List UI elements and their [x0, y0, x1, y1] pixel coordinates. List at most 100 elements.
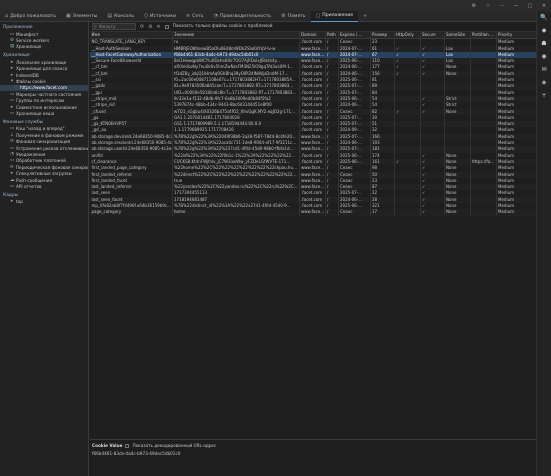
- edge-sidebar-icon[interactable]: 🔍: [540, 15, 547, 21]
- sidebar-tree-item[interactable]: ↓ Получение в фоновом режиме: [0, 132, 88, 138]
- edge-sidebar-icon[interactable]: +: [541, 93, 546, 99]
- table-cell: wTQ1_sGgbu4iX0326b475s4fO2_XhvGgK.MY2.eq…: [172, 108, 300, 115]
- table-cell: www.face...: [299, 209, 326, 216]
- tree-item-label: Фоновая синхронизация: [16, 139, 71, 145]
- column-header[interactable]: SameSite: [444, 32, 471, 40]
- refresh-icon[interactable]: ⟳: [140, 24, 144, 30]
- table-cell: .facet.com: [299, 108, 326, 115]
- tree-item-label: Обработчик платежей: [16, 158, 66, 164]
- table-cell: home: [172, 209, 300, 216]
- tree-item-label: Кэш "назад и вперед": [16, 126, 65, 132]
- tree-item-label: Локальное хранилище: [16, 59, 67, 65]
- tree-item-label: Периодическая фоновая синхронизация: [15, 164, 88, 170]
- table-body: NO_TRANSLATE_LANG_KEY ru .facet.com / Сеанс 2…: [90, 38, 537, 216]
- sidebar-tree-item[interactable]: ▭ Маркеры частного состояния: [0, 91, 88, 97]
- table-cell: [470, 38, 497, 46]
- tab-icon: ▤: [107, 13, 113, 19]
- table-cell: www.face...: [299, 146, 326, 153]
- sidebar-section-title: Приложение: [3, 25, 33, 30]
- cookie-value-panel: Cookie Value Показать декодированный URL…: [90, 439, 536, 476]
- favorites-icon[interactable]: ☆: [481, 3, 495, 9]
- clear-all-icon[interactable]: ⊘: [148, 24, 152, 30]
- tree-item-label: IndexedDB: [16, 72, 39, 78]
- sidebar-tree-item[interactable]: ▸ top: [0, 199, 88, 205]
- table-cell: ✓: [420, 209, 445, 216]
- column-header[interactable]: Имя: [90, 32, 173, 40]
- close-icon[interactable]: ✕: [537, 3, 551, 9]
- table-cell: Medium: [496, 38, 537, 46]
- column-header[interactable]: Priority: [496, 32, 537, 40]
- devtools-tab[interactable]: ▢ Приложение: [310, 10, 359, 22]
- table-cell: .facet.com: [299, 127, 326, 134]
- column-header[interactable]: Partition ...: [470, 32, 497, 40]
- sidebar-tree-item[interactable]: ⟳Периодическая фоновая синхронизация: [0, 164, 88, 170]
- devtools-tab[interactable]: ⚙ Память: [276, 11, 310, 22]
- filter-input[interactable]: ⚲ Фильтр: [92, 23, 136, 30]
- column-header[interactable]: Expires / ...: [338, 32, 371, 40]
- table-cell: 23: [370, 38, 395, 46]
- tab-icon: ⌂: [5, 13, 9, 19]
- tab-label: Память: [287, 13, 306, 19]
- devtools-tabstrip: ⌂ Добро пожаловать ▣ Элементы ▤ Консоль ⟨⟩ Исто…: [0, 10, 536, 22]
- devtools-tab[interactable]: ⌂ Добро пожаловать: [0, 11, 61, 22]
- tab-icon: ◔: [213, 13, 218, 19]
- table-cell: Сеанс: [338, 209, 371, 216]
- tab-label: +: [363, 13, 367, 19]
- edge-sidebar-icon[interactable]: ◈: [542, 80, 547, 86]
- devtools-tab[interactable]: ⟨⟩ Источники: [139, 11, 181, 22]
- table-cell: 17: [370, 209, 395, 216]
- tree-item-label: Группы по интересам: [16, 98, 65, 104]
- column-header[interactable]: HttpOnly: [394, 32, 421, 40]
- sidebar-tree-item[interactable]: ▭ Устранение рисков отслеживания: [0, 145, 88, 151]
- edge-sidebar-icon[interactable]: ✉: [541, 67, 546, 73]
- table-cell: .facet.com: [299, 83, 326, 90]
- cookie-value-text[interactable]: f66b4461-83cb-4a4c-b973-49dac5db01c0: [92, 451, 534, 456]
- devtools-tab[interactable]: +: [358, 11, 372, 22]
- delete-selected-icon[interactable]: ✕: [156, 24, 160, 30]
- filter-placeholder: Фильтр: [99, 24, 116, 29]
- tree-item-icon: ▸: [10, 104, 14, 110]
- table-cell: /: [325, 38, 339, 46]
- column-header[interactable]: Domain: [299, 32, 326, 40]
- column-header[interactable]: Значение: [172, 32, 300, 40]
- tree-item-icon: ▭: [10, 183, 15, 189]
- decode-url-checkbox[interactable]: [125, 443, 130, 448]
- application-sidebar: Приложение ▭ Манифест ⚙ Service workers ▤ Хран…: [0, 22, 89, 462]
- table-cell: NO_TRANSLATE_LANG_KEY: [90, 38, 173, 46]
- table-cell: %7B%22g%22%3A%22%227cd1-4f0d-45d0-98b0-f…: [172, 146, 300, 153]
- tree-item-label: Файлы cookie: [16, 79, 46, 85]
- tree-item-icon: ▸: [10, 72, 14, 78]
- devtools-tab[interactable]: ≋ Сеть: [181, 11, 209, 22]
- show-issues-checkbox[interactable]: [164, 24, 169, 29]
- column-header[interactable]: Path: [325, 32, 339, 40]
- maximize-icon[interactable]: □: [523, 3, 537, 9]
- table-row[interactable]: NO_TRANSLATE_LANG_KEY ru .facet.com / Сеанс 2…: [90, 38, 537, 46]
- table-cell: Medium: [496, 209, 537, 216]
- edge-sidebar-icon[interactable]: ◆: [542, 28, 547, 34]
- extensions-icon[interactable]: ⚙: [467, 3, 481, 9]
- tree-item-icon: ▭: [10, 98, 15, 104]
- tab-icon: ▣: [66, 13, 71, 19]
- sidebar-section-title: Фоновые службы: [3, 119, 44, 125]
- tree-item-label: Service workers: [16, 38, 50, 44]
- show-issues-label: Показать только файлы cookie с проблемой: [172, 24, 273, 29]
- tree-item-label: Маркеры частного состояния: [16, 91, 82, 97]
- devtools-tab[interactable]: ◔ Производительность: [209, 11, 277, 22]
- more-icon[interactable]: ⋯: [495, 3, 509, 9]
- tree-item-icon: ☁: [10, 177, 15, 183]
- sidebar-tree-item[interactable]: ▸ Совместное использование: [0, 104, 88, 110]
- devtools-tab[interactable]: ▣ Элементы: [61, 11, 102, 22]
- tree-item-icon: ▸: [10, 59, 14, 65]
- edge-sidebar-icon[interactable]: ◉: [541, 54, 546, 60]
- tree-item-label: API отчетов: [16, 183, 42, 189]
- tree-item-label: Устранение рисков отслеживания: [16, 145, 89, 151]
- devtools-tab[interactable]: ▤ Консоль: [102, 11, 139, 22]
- minimize-icon[interactable]: —: [509, 3, 523, 9]
- edge-sidebar-icon[interactable]: ☗: [541, 41, 546, 47]
- tree-item-label: Манифест: [16, 31, 39, 37]
- table-cell: ab.storage.userId.24e68350-9085-4c3e-...: [90, 146, 173, 153]
- table-row[interactable]: page_category home www.face... / Сеанс 17 ✓ Non…: [90, 209, 537, 216]
- column-header[interactable]: Размер: [370, 32, 395, 40]
- table-cell: www.face...: [299, 45, 326, 52]
- column-header[interactable]: Secure: [420, 32, 445, 40]
